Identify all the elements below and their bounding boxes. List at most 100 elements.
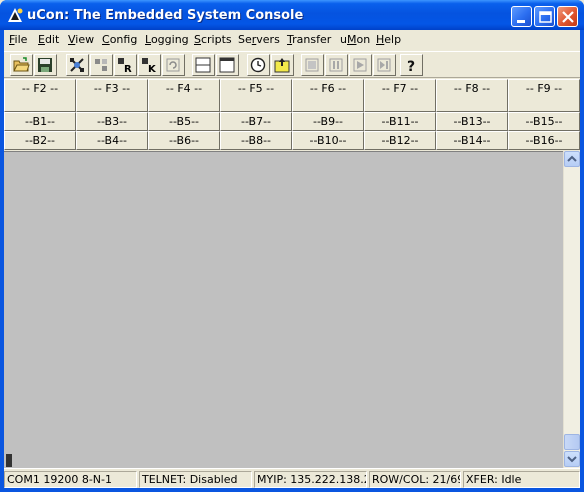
menu-file-label: ile xyxy=(14,33,28,46)
refresh-button[interactable] xyxy=(162,54,185,76)
vertical-scrollbar[interactable] xyxy=(563,151,580,468)
timer-button[interactable] xyxy=(247,54,270,76)
b7-button[interactable]: --B7-- xyxy=(220,112,292,131)
f8-button[interactable]: -- F8 -- xyxy=(436,79,508,112)
b15-button[interactable]: --B15-- xyxy=(508,112,580,131)
send-r-button[interactable]: R xyxy=(114,54,137,76)
b3-button[interactable]: --B3-- xyxy=(76,112,148,131)
menu-config-accel: C xyxy=(102,33,110,46)
stop-icon xyxy=(305,58,319,72)
save-icon xyxy=(38,58,52,72)
client-area: File Edit View Config Logging Scripts Se… xyxy=(4,30,580,488)
menu-config-label: onfig xyxy=(109,33,138,46)
f3-button[interactable]: -- F3 -- xyxy=(76,79,148,112)
b12-button[interactable]: --B12-- xyxy=(364,131,436,150)
stop-button[interactable] xyxy=(301,54,324,76)
disconnect-icon xyxy=(95,59,107,71)
chevron-up-icon xyxy=(567,155,577,162)
maximize-icon xyxy=(539,11,552,23)
refresh-icon xyxy=(166,58,180,72)
menu-view[interactable]: View xyxy=(68,33,94,46)
status-rowcol: ROW/COL: 21/69 xyxy=(369,471,461,488)
help-icon: ? xyxy=(407,59,415,73)
menu-scripts-label: cripts xyxy=(200,33,232,46)
send-k-button[interactable]: K xyxy=(138,54,161,76)
menu-scripts[interactable]: Scripts xyxy=(194,33,232,46)
menu-transfer[interactable]: Transfer xyxy=(287,33,331,46)
menu-scripts-accel: S xyxy=(194,33,201,46)
b6-button[interactable]: --B6-- xyxy=(148,131,220,150)
menu-view-label: iew xyxy=(75,33,95,46)
chevron-down-icon xyxy=(567,456,577,463)
menu-umon[interactable]: uMon xyxy=(340,33,370,46)
upload-icon xyxy=(274,58,290,73)
b1-button[interactable]: --B1-- xyxy=(4,112,76,131)
help-button[interactable]: ? xyxy=(400,54,423,76)
split-vertical-button[interactable] xyxy=(216,54,239,76)
f6-button[interactable]: -- F6 -- xyxy=(292,79,364,112)
status-xfer: XFER: Idle xyxy=(463,471,580,488)
b4-button[interactable]: --B4-- xyxy=(76,131,148,150)
f4-button[interactable]: -- F4 -- xyxy=(148,79,220,112)
scroll-thumb[interactable] xyxy=(564,434,580,450)
minimize-icon xyxy=(517,20,525,23)
menu-servers-pre: Se xyxy=(238,33,252,46)
menu-umon-label: on xyxy=(356,33,371,46)
play-button[interactable] xyxy=(349,54,372,76)
step-icon xyxy=(377,58,391,72)
b11-button[interactable]: --B11-- xyxy=(364,112,436,131)
open-folder-icon xyxy=(13,57,30,72)
b14-button[interactable]: --B14-- xyxy=(436,131,508,150)
menu-logging[interactable]: Logging xyxy=(145,33,189,46)
f2-button[interactable]: -- F2 -- xyxy=(4,79,76,112)
menu-help[interactable]: Help xyxy=(376,33,401,46)
console-output[interactable] xyxy=(4,151,563,468)
menu-edit-label: dit xyxy=(44,33,60,46)
connect-button[interactable] xyxy=(66,54,89,76)
b9-button[interactable]: --B9-- xyxy=(292,112,364,131)
b13-button[interactable]: --B13-- xyxy=(436,112,508,131)
toolbar: R K ? xyxy=(4,51,580,78)
upload-button[interactable] xyxy=(271,54,294,76)
title-bar[interactable]: uCon: The Embedded System Console xyxy=(0,0,584,30)
scroll-up-button[interactable] xyxy=(564,151,580,167)
menu-transfer-label: ransfer xyxy=(292,33,332,46)
close-icon xyxy=(562,11,574,23)
disconnect-button[interactable] xyxy=(90,54,113,76)
menu-servers-label: vers xyxy=(256,33,280,46)
b2-button[interactable]: --B2-- xyxy=(4,131,76,150)
clock-icon xyxy=(250,57,266,73)
menu-bar: File Edit View Config Logging Scripts Se… xyxy=(4,30,580,49)
send-k-icon: K xyxy=(142,58,157,73)
split-horizontal-icon xyxy=(195,57,211,73)
split-horizontal-button[interactable] xyxy=(192,54,215,76)
menu-file[interactable]: File xyxy=(9,33,27,46)
save-button[interactable] xyxy=(34,54,57,76)
status-port: COM1 19200 8-N-1 xyxy=(4,471,137,488)
status-bar: COM1 19200 8-N-1 TELNET: Disabled MYIP: … xyxy=(4,468,580,488)
f7-button[interactable]: -- F7 -- xyxy=(364,79,436,112)
svg-text:K: K xyxy=(148,64,157,73)
f5-button[interactable]: -- F5 -- xyxy=(220,79,292,112)
b16-button[interactable]: --B16-- xyxy=(508,131,580,150)
step-button[interactable] xyxy=(373,54,396,76)
menu-umon-pre: u xyxy=(340,33,347,46)
minimize-button[interactable] xyxy=(511,6,532,27)
open-button[interactable] xyxy=(10,54,33,76)
pause-button[interactable] xyxy=(325,54,348,76)
b10-button[interactable]: --B10-- xyxy=(292,131,364,150)
menu-config[interactable]: Config xyxy=(102,33,137,46)
connect-icon xyxy=(70,58,84,72)
menu-edit[interactable]: Edit xyxy=(38,33,59,46)
scroll-down-button[interactable] xyxy=(564,451,580,467)
menu-edit-accel: E xyxy=(38,33,45,46)
f9-button[interactable]: -- F9 -- xyxy=(508,79,580,112)
window-title: uCon: The Embedded System Console xyxy=(27,8,304,23)
b8-button[interactable]: --B8-- xyxy=(220,131,292,150)
text-cursor xyxy=(6,454,12,467)
maximize-button[interactable] xyxy=(534,6,555,27)
menu-servers[interactable]: Servers xyxy=(238,33,280,46)
b5-button[interactable]: --B5-- xyxy=(148,112,220,131)
svg-text:R: R xyxy=(124,64,132,73)
close-button[interactable] xyxy=(557,6,578,27)
